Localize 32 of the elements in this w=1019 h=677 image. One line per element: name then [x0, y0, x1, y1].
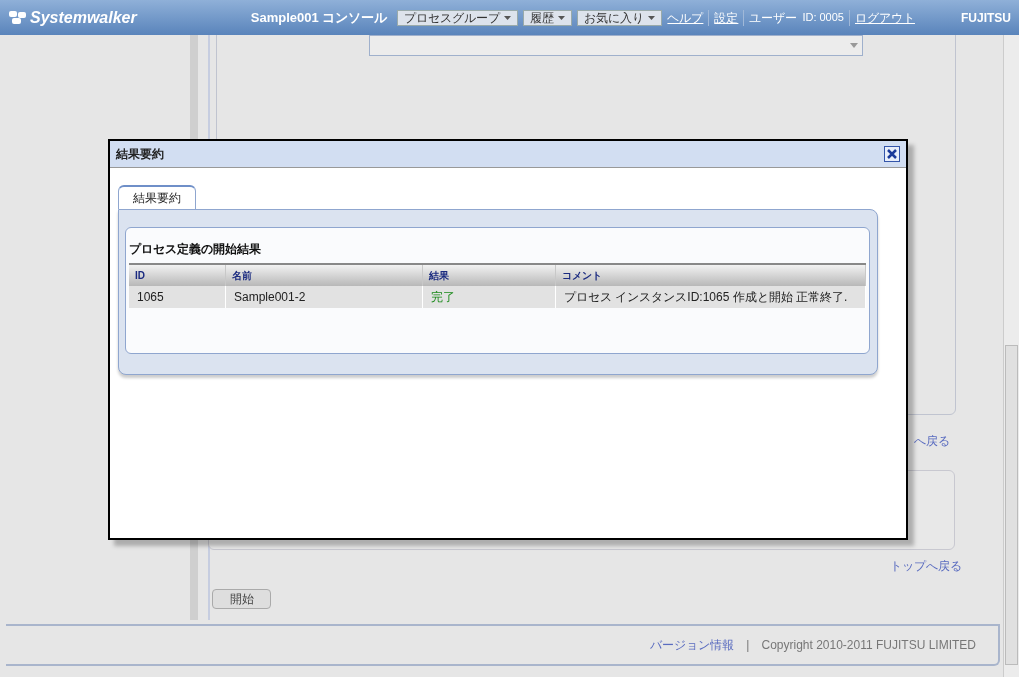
back-to-top-link[interactable]: へ戻る — [914, 432, 950, 450]
logo-text: Systemwalker — [30, 7, 137, 28]
tab[interactable]: 結果要約 — [118, 185, 196, 209]
section-title: プロセス定義の開始結果 — [129, 241, 262, 258]
start-button[interactable]: 開始 — [212, 589, 271, 609]
table-cell: 1065 — [129, 286, 226, 308]
user-label: ユーザー — [749, 9, 798, 27]
close-icon[interactable] — [884, 146, 900, 162]
copyright-text: Copyright 2010-2011 FUJITSU LIMITED — [761, 637, 976, 654]
table-cell: 完了 — [423, 286, 556, 308]
version-link[interactable]: バージョン情報 — [650, 636, 735, 654]
menu-dropdown[interactable]: プロセスグループ — [397, 9, 519, 26]
separator: | — [746, 637, 750, 654]
caret-icon — [648, 15, 656, 20]
table-cell: Sample001-2 — [226, 286, 423, 308]
caret-icon — [504, 15, 512, 20]
menu-dropdown[interactable]: 履歴 — [523, 9, 573, 26]
back-to-top-link[interactable]: トップへ戻る — [890, 557, 962, 575]
logout-link[interactable]: ログアウト — [855, 8, 915, 27]
brand-logo: FUJITSU — [961, 9, 1011, 27]
caret-icon — [558, 15, 566, 20]
table-cell: プロセス インスタンスID:1065 作成と開始 正常終了. — [556, 286, 866, 308]
caret-icon — [850, 43, 858, 48]
console-title: Sample001 コンソール — [250, 8, 388, 27]
comment-field[interactable] — [369, 35, 863, 56]
scrollbar[interactable] — [1003, 35, 1019, 677]
user-id: ID: 0005 — [802, 10, 844, 26]
header-link[interactable]: ヘルプ — [667, 8, 704, 27]
dialog-title: 結果要約 — [116, 146, 164, 163]
menu-dropdown[interactable]: お気に入り — [577, 9, 663, 26]
logo-icon — [8, 9, 28, 26]
header-link[interactable]: 設定 — [714, 8, 739, 27]
